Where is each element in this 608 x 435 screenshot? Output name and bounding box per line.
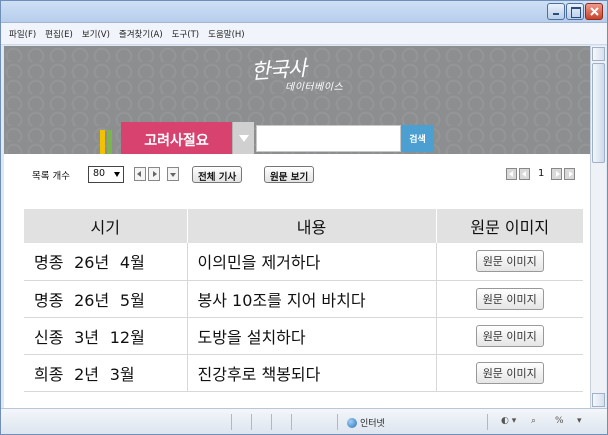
scroll-up-icon[interactable] [592, 47, 605, 61]
prev-page-icon[interactable] [519, 168, 530, 180]
row-content-link[interactable]: 도방을 설치하다 [187, 317, 437, 355]
down-arrow-icon[interactable] [167, 167, 179, 181]
search-button[interactable]: 검색 [401, 125, 434, 152]
status-divider [291, 414, 292, 430]
close-icon[interactable] [585, 3, 603, 20]
security-zone[interactable]: 인터넷 [347, 416, 385, 429]
row-date: 명종 26년 5월 [24, 280, 188, 318]
original-image-button[interactable]: 원문 이미지 [475, 250, 544, 273]
menu-favorites[interactable]: 즐겨찾기(A) [119, 28, 163, 40]
zoom-level[interactable]: % [555, 416, 564, 426]
status-divider [231, 414, 232, 430]
table-header: 시기 내용 원문 이미지 [24, 209, 583, 243]
row-content-link[interactable]: 봉사 10조를 지어 바치다 [187, 280, 437, 318]
color-bar-green [107, 130, 112, 154]
zoom-icon[interactable]: ⌕ [531, 416, 536, 426]
row-image-cell: 원문 이미지 [436, 280, 583, 318]
browser-window: 파일(F) 편집(E) 보기(V) 즐겨찾기(A) 도구(T) 도움말(H) 한… [0, 0, 608, 435]
page-number: 1 [538, 168, 545, 179]
last-page-icon[interactable] [564, 168, 575, 180]
menu-tools[interactable]: 도구(T) [172, 28, 199, 40]
table-row: 신종 3년 12월 도방을 설치하다 원문 이미지 [24, 317, 583, 355]
prev-arrow-icon[interactable] [134, 167, 146, 181]
protected-mode-icon[interactable]: ◐ ▾ [501, 416, 516, 426]
row-date: 희종 2년 3월 [24, 354, 188, 392]
row-date: 신종 3년 12월 [24, 317, 188, 355]
row-image-cell: 원문 이미지 [436, 354, 583, 392]
scroll-down-icon[interactable] [592, 393, 605, 407]
menu-help[interactable]: 도움말(H) [208, 28, 244, 40]
menu-edit[interactable]: 편집(E) [45, 28, 73, 40]
maximize-icon[interactable] [566, 3, 584, 20]
row-image-cell: 원문 이미지 [436, 243, 583, 281]
minimize-icon[interactable] [547, 3, 565, 20]
all-articles-button[interactable]: 전체 기사 [192, 166, 243, 183]
status-divider [487, 414, 488, 430]
status-bar: 인터넷 ◐ ▾ ⌕ % ▾ [1, 408, 607, 434]
page-content: 한국사 데이터베이스 고려사절요 검색 목록 개수 80 전체 기사 원문 보기 [4, 46, 590, 408]
title-bar [1, 1, 607, 23]
scroll-thumb[interactable] [592, 63, 605, 163]
original-image-button[interactable]: 원문 이미지 [475, 324, 544, 347]
logo-sub-text: 데이터베이스 [285, 82, 344, 93]
site-logo[interactable]: 한국사 데이터베이스 [250, 54, 381, 99]
color-bar-yellow [100, 130, 105, 154]
count-value: 80 [93, 168, 106, 179]
status-divider [251, 414, 252, 430]
first-page-icon[interactable] [506, 168, 517, 180]
menu-file[interactable]: 파일(F) [9, 28, 36, 40]
window-controls [547, 3, 603, 20]
book-selector[interactable]: 고려사절요 [121, 122, 232, 154]
table-row: 명종 26년 5월 봉사 10조를 지어 바치다 원문 이미지 [24, 280, 583, 318]
next-arrow-icon[interactable] [148, 167, 160, 181]
search-input[interactable] [256, 125, 401, 152]
zone-label: 인터넷 [360, 419, 385, 429]
header-content: 내용 [187, 209, 437, 243]
results-table: 시기 내용 원문 이미지 명종 26년 4월 이의민을 제거하다 원문 이미지 … [24, 209, 583, 392]
next-page-icon[interactable] [551, 168, 562, 180]
list-controls: 목록 개수 80 전체 기사 원문 보기 1 [4, 164, 590, 186]
menu-view[interactable]: 보기(V) [82, 28, 110, 40]
count-select[interactable]: 80 [88, 166, 124, 183]
status-divider [337, 414, 338, 430]
original-view-button[interactable]: 원문 보기 [264, 166, 315, 183]
row-image-cell: 원문 이미지 [436, 317, 583, 355]
color-bars [100, 130, 114, 154]
table-row: 희종 2년 3월 진강후로 책봉되다 원문 이미지 [24, 354, 583, 392]
table-row: 명종 26년 4월 이의민을 제거하다 원문 이미지 [24, 243, 583, 281]
row-content-link[interactable]: 이의민을 제거하다 [187, 243, 437, 281]
globe-icon [347, 417, 357, 428]
chevron-down-icon[interactable] [232, 122, 254, 154]
original-image-button[interactable]: 원문 이미지 [475, 287, 544, 310]
menu-bar: 파일(F) 편집(E) 보기(V) 즐겨찾기(A) 도구(T) 도움말(H) [1, 23, 607, 45]
zoom-dropdown-icon[interactable]: ▾ [577, 416, 582, 426]
vertical-scrollbar[interactable] [590, 46, 606, 408]
original-image-button[interactable]: 원문 이미지 [475, 361, 544, 384]
row-date: 명종 26년 4월 [24, 243, 188, 281]
header-image: 원문 이미지 [436, 209, 583, 243]
header-period: 시기 [24, 209, 188, 243]
row-content-link[interactable]: 진강후로 책봉되다 [187, 354, 437, 392]
site-banner: 한국사 데이터베이스 고려사절요 검색 [4, 46, 590, 154]
count-label: 목록 개수 [32, 171, 70, 182]
status-divider [271, 414, 272, 430]
